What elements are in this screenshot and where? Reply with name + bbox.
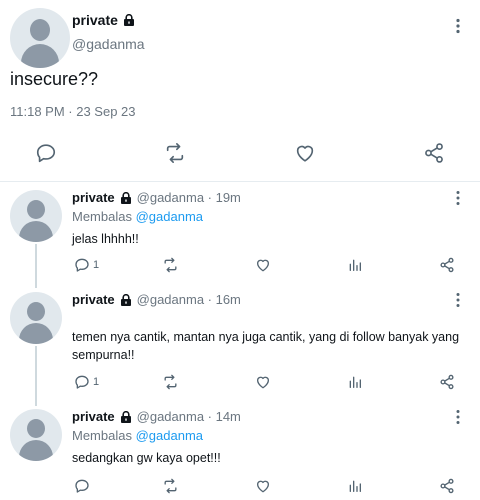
- main-tweet: private @gadanma insecure?? 11:18 PM · 2…: [0, 0, 480, 182]
- reply-text: temen nya cantik, mantan nya juga cantik…: [72, 330, 460, 362]
- avatar[interactable]: [10, 292, 62, 344]
- author-row: private @gadanma · 14m: [72, 409, 241, 424]
- share-icon[interactable]: [421, 140, 447, 166]
- avatar[interactable]: [10, 190, 62, 242]
- author-handle[interactable]: @gadanma · 19m: [137, 190, 241, 205]
- author-row: private @gadanma · 16m: [72, 292, 241, 307]
- like-icon[interactable]: [292, 140, 318, 166]
- tweet-text: insecure??: [10, 69, 99, 89]
- reply-count: 1: [93, 259, 100, 271]
- reply-count: 1: [93, 376, 100, 388]
- like-icon[interactable]: [255, 477, 271, 495]
- reply-text: jelas lhhhh!!: [72, 232, 139, 246]
- retweet-icon[interactable]: [162, 373, 179, 391]
- divider: [0, 181, 480, 182]
- avatar[interactable]: [10, 409, 62, 461]
- author-name[interactable]: private: [72, 12, 118, 28]
- more-icon[interactable]: [450, 409, 466, 425]
- reply-icon: [74, 374, 90, 390]
- reply-actions: 1: [72, 256, 472, 276]
- reply-actions: 1: [72, 373, 472, 393]
- reply-text: sedangkan gw kaya opet!!!: [72, 451, 221, 465]
- share-icon[interactable]: [439, 256, 455, 274]
- avatar[interactable]: [10, 8, 70, 68]
- views-icon[interactable]: [347, 477, 363, 495]
- lock-icon: [120, 293, 132, 306]
- replying-prefix: Membalas: [72, 209, 132, 224]
- mention-link[interactable]: @gadanma: [136, 209, 203, 224]
- replying-to: Membalas @gadanma: [72, 428, 203, 443]
- lock-icon: [120, 191, 132, 204]
- author-row: private: [72, 12, 135, 28]
- reply-button[interactable]: 1: [74, 373, 99, 391]
- share-icon[interactable]: [439, 373, 455, 391]
- retweet-icon[interactable]: [162, 140, 188, 166]
- like-icon[interactable]: [255, 256, 271, 274]
- author-name[interactable]: private: [72, 409, 115, 424]
- replying-to: Membalas @gadanma: [72, 209, 203, 224]
- author-name[interactable]: private: [72, 292, 115, 307]
- author-handle[interactable]: @gadanma · 16m: [137, 292, 241, 307]
- more-icon[interactable]: [450, 292, 466, 308]
- reply-button[interactable]: 1: [74, 256, 99, 274]
- author-handle[interactable]: @gadanma: [72, 36, 145, 52]
- views-icon[interactable]: [347, 256, 363, 274]
- reply-tweet[interactable]: private @gadanma · 16m temen nya cantik,…: [0, 292, 480, 402]
- like-icon[interactable]: [255, 373, 271, 391]
- reply-actions: [72, 477, 472, 497]
- reply-icon: [74, 478, 90, 494]
- lock-icon: [120, 410, 132, 423]
- mention-link[interactable]: @gadanma: [136, 428, 203, 443]
- reply-tweet[interactable]: private @gadanma · 14m Membalas @gadanma…: [0, 409, 480, 500]
- reply-icon[interactable]: [33, 140, 59, 166]
- share-icon[interactable]: [439, 477, 455, 495]
- tweet-actions: [0, 140, 480, 170]
- more-icon[interactable]: [450, 18, 466, 34]
- reply-button[interactable]: [74, 477, 93, 495]
- retweet-icon[interactable]: [162, 477, 179, 495]
- more-icon[interactable]: [450, 190, 466, 206]
- retweet-icon[interactable]: [162, 256, 179, 274]
- tweet-timestamp[interactable]: 11:18 PM · 23 Sep 23: [10, 104, 136, 119]
- views-icon[interactable]: [347, 373, 363, 391]
- reply-tweet[interactable]: private @gadanma · 19m Membalas @gadanma…: [0, 190, 480, 285]
- author-handle[interactable]: @gadanma · 14m: [137, 409, 241, 424]
- author-row: private @gadanma · 19m: [72, 190, 241, 205]
- lock-icon: [123, 14, 135, 26]
- author-name[interactable]: private: [72, 190, 115, 205]
- reply-icon: [74, 257, 90, 273]
- replying-prefix: Membalas: [72, 428, 132, 443]
